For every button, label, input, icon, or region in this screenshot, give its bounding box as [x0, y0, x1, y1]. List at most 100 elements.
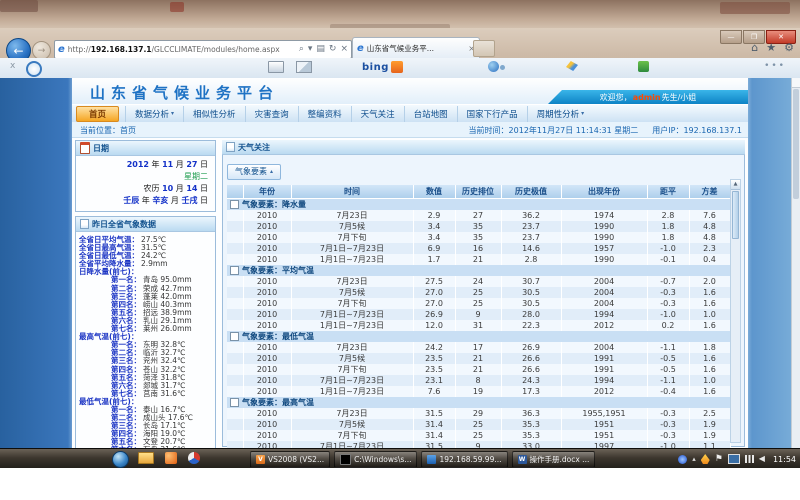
taskbar-button[interactable]: C:\Windows\s... — [334, 451, 417, 468]
table-scrollbar[interactable]: ▲ — [730, 179, 741, 443]
settings-gear-icon[interactable]: ⚙ — [784, 42, 794, 53]
main-navigation: 首页数据分析▾相似性分析灾害查询整编资料天气关注台站地图国家下行产品周期性分析▾ — [72, 104, 748, 123]
favorites-star-icon[interactable]: ★ — [766, 42, 776, 53]
table-row[interactable]: 20107月1日~7月23日26.9928.01994-1.01.0 — [227, 309, 730, 320]
nav-item-整编资料[interactable]: 整编资料 — [298, 106, 351, 122]
address-bar[interactable]: e http://192.168.137.1/GLCCLIMATE/module… — [54, 40, 352, 59]
network-icon[interactable] — [745, 455, 754, 463]
table-row[interactable]: 20101月1日~7月23日1.7212.81990-0.10.4 — [227, 254, 730, 265]
volume-icon[interactable]: ◀ — [759, 455, 765, 463]
scroll-up-icon[interactable]: ▲ — [731, 180, 740, 190]
table-row[interactable]: 20107月下旬31.42535.31951-0.31.9 — [227, 430, 730, 441]
calendar-line: 星期二 — [79, 171, 208, 183]
table-row[interactable]: 20107月1日~7月23日6.91614.61957-1.02.3 — [227, 243, 730, 254]
table-row[interactable]: 20107月下旬27.02530.52004-0.31.6 — [227, 298, 730, 309]
group-row[interactable]: 气象要素：降水量 — [227, 198, 730, 210]
action-center-flag-icon[interactable]: ⚑ — [715, 455, 723, 464]
table-cell: 22.3 — [501, 320, 561, 331]
taskbar-button[interactable]: W操作手册.docx ... — [512, 451, 596, 468]
page-icon[interactable]: ▤ — [316, 45, 325, 54]
nav-item-首页[interactable]: 首页 — [76, 106, 119, 122]
table-row[interactable]: 20107月5候27.02530.52004-0.31.6 — [227, 287, 730, 298]
table-cell: 1.6 — [689, 386, 730, 397]
table-cell: -0.3 — [647, 419, 689, 430]
scrollbar-thumb[interactable] — [732, 191, 739, 239]
browser-scrollbar[interactable] — [791, 78, 800, 448]
table-cell: 7月1日~7月23日 — [291, 309, 413, 320]
minimize-button[interactable]: — — [720, 30, 742, 44]
nav-item-数据分析[interactable]: 数据分析▾ — [125, 106, 183, 122]
table-row[interactable]: 20107月23日24.21726.92004-1.11.8 — [227, 342, 730, 353]
sidebar: 日期 2012 年 11 月 27 日星期二农历 10 月 14 日壬辰 年 辛… — [75, 140, 216, 463]
table-row[interactable]: 20101月1日~7月23日7.61917.32012-0.41.6 — [227, 386, 730, 397]
taskbar-button[interactable]: 192.168.59.99... — [421, 451, 507, 468]
browser-circle-icon[interactable] — [188, 452, 200, 464]
table-cell: 36.3 — [501, 408, 561, 419]
display-icon[interactable] — [728, 454, 740, 464]
home-icon[interactable]: ⌂ — [751, 42, 758, 53]
stop-icon[interactable]: × — [340, 45, 348, 54]
table-cell: 1.6 — [689, 320, 730, 331]
nav-item-灾害查询[interactable]: 灾害查询 — [245, 106, 298, 122]
main-panel-title: 天气关注 — [238, 142, 270, 153]
group-row[interactable]: 气象要素：最低气温 — [227, 331, 730, 342]
search-icon[interactable]: ⌕ — [299, 45, 304, 54]
table-row[interactable]: 20107月5候3.43523.719901.84.8 — [227, 221, 730, 232]
group-checkbox[interactable] — [230, 332, 239, 341]
mail-icon[interactable] — [296, 61, 312, 73]
url-text[interactable]: http://192.168.137.1/GLCCLIMATE/modules/… — [68, 45, 296, 54]
nav-item-国家下行产品[interactable]: 国家下行产品 — [457, 106, 527, 122]
site-header: 山东省气候业务平台 欢迎您，admin 先生/小姐 — [72, 78, 748, 104]
start-button[interactable] — [112, 451, 129, 468]
scrollbar-thumb[interactable] — [793, 89, 799, 199]
nav-item-周期性分析[interactable]: 周期性分析▾ — [527, 106, 594, 122]
share-icon[interactable] — [488, 61, 499, 72]
table-cell: 2012 — [561, 386, 647, 397]
table-row[interactable]: 20107月下旬3.43523.719901.84.8 — [227, 232, 730, 243]
browser-tab[interactable]: e 山东省气候业务平... × — [352, 37, 480, 59]
plugin-icon[interactable] — [638, 61, 649, 72]
flashfxp-icon[interactable] — [701, 454, 710, 464]
updates-icon[interactable] — [678, 455, 687, 464]
table-row[interactable]: 20107月5候31.42535.31951-0.31.9 — [227, 419, 730, 430]
group-checkbox[interactable] — [230, 266, 239, 275]
nav-item-台站地图[interactable]: 台站地图 — [404, 106, 457, 122]
overflow-dots-icon[interactable]: ••• — [764, 61, 786, 71]
nav-item-相似性分析[interactable]: 相似性分析 — [183, 106, 245, 122]
hidden-icons-caret[interactable]: ▴ — [692, 455, 696, 463]
group-checkbox[interactable] — [230, 200, 239, 209]
addon-close-icon[interactable]: x — [10, 61, 15, 71]
app-orange-icon[interactable] — [165, 452, 177, 464]
table-row[interactable]: 20107月23日2.92736.219742.87.6 — [227, 210, 730, 221]
group-checkbox[interactable] — [230, 398, 239, 407]
table-cell: 3.4 — [413, 221, 455, 232]
new-tab-button[interactable] — [473, 40, 495, 57]
refresh-icon[interactable]: ↻ — [329, 45, 337, 54]
table-row[interactable]: 20101月1日~7月23日12.03122.320120.21.6 — [227, 320, 730, 331]
table-cell: -1.1 — [647, 375, 689, 386]
table-cell: 7月5候 — [291, 353, 413, 364]
table-row[interactable]: 20107月23日31.52936.31955,1951-0.32.5 — [227, 408, 730, 419]
explorer-folder-icon[interactable] — [138, 452, 154, 464]
dropdown-caret-icon[interactable]: ▾ — [308, 45, 313, 54]
nav-item-天气关注[interactable]: 天气关注 — [351, 106, 404, 122]
table-row[interactable]: 20107月下旬23.52126.61991-0.51.6 — [227, 364, 730, 375]
table-row[interactable]: 20107月1日~7月23日23.1824.31994-1.11.0 — [227, 375, 730, 386]
table-row[interactable]: 20107月5候23.52126.61991-0.51.6 — [227, 353, 730, 364]
card-icon[interactable] — [268, 61, 284, 73]
scroll-up-icon[interactable] — [792, 78, 800, 88]
taskbar-button[interactable]: VVS2008 (VS2... — [250, 451, 330, 468]
bing-logo[interactable]: bing — [362, 61, 403, 73]
row-indent-cell — [227, 353, 243, 364]
table-row[interactable]: 20107月23日27.52430.72004-0.72.0 — [227, 276, 730, 287]
table-cell: 31.4 — [413, 419, 455, 430]
group-row[interactable]: 气象要素：最高气温 — [227, 397, 730, 408]
compass-icon[interactable] — [26, 61, 42, 77]
group-row[interactable]: 气象要素：平均气温 — [227, 265, 730, 276]
table-cell: 27.0 — [413, 298, 455, 309]
bird-icon[interactable] — [566, 61, 578, 71]
taskbar-clock[interactable]: 11:54 — [773, 455, 796, 464]
element-filter-button[interactable]: 气象要素 ▴ — [227, 164, 281, 180]
table-cell: 2012 — [561, 320, 647, 331]
table-cell: 1.9 — [689, 430, 730, 441]
